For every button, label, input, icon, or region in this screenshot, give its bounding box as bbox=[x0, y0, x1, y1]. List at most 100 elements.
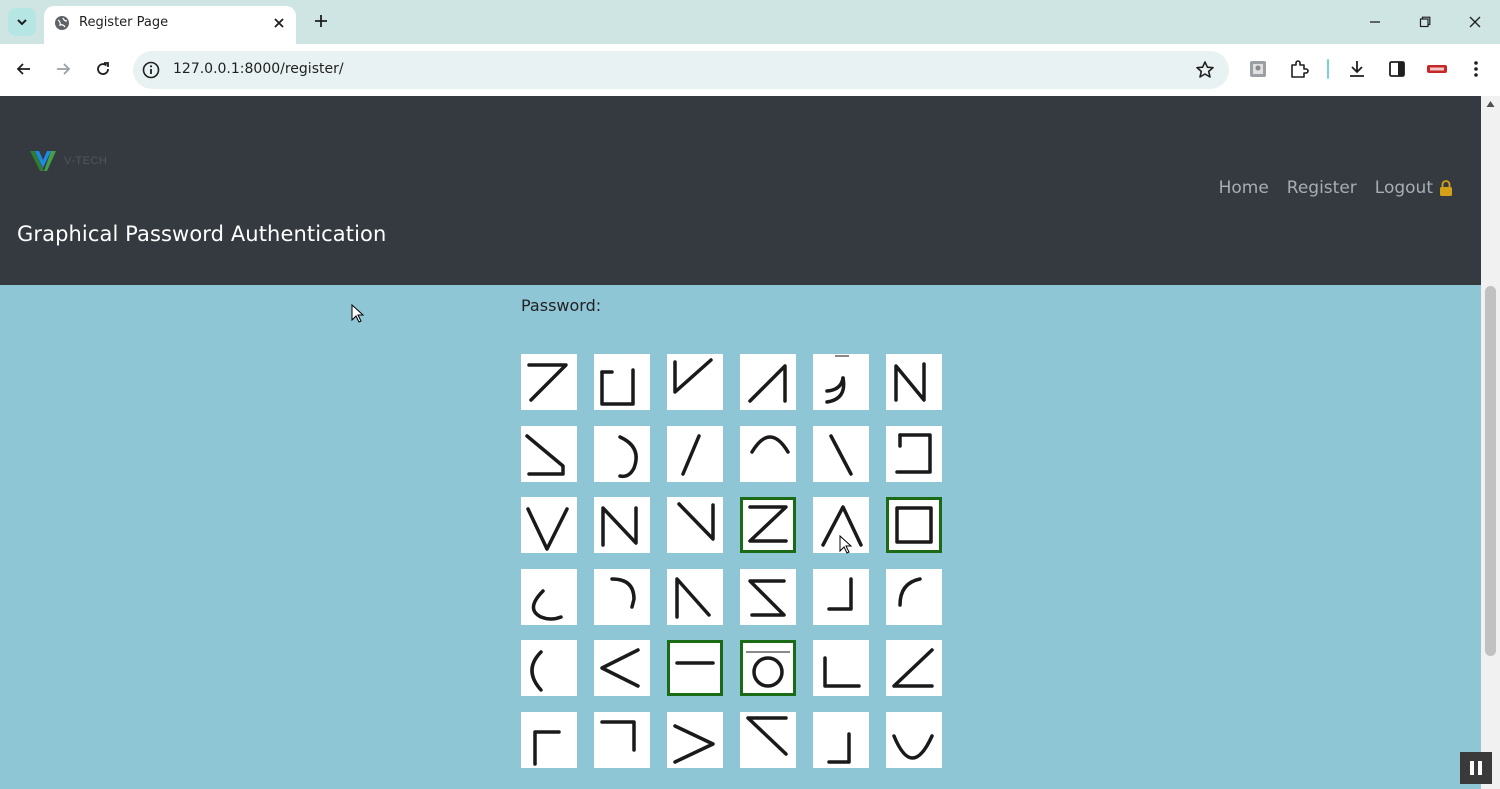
angle-top-icon bbox=[746, 715, 788, 756]
page-scrollbar[interactable] bbox=[1481, 96, 1500, 789]
password-image-angle-bottom[interactable] bbox=[886, 640, 942, 696]
password-image-angle-top[interactable] bbox=[740, 711, 796, 768]
site-logo[interactable]: V-TECH bbox=[28, 148, 107, 174]
password-image-square[interactable] bbox=[886, 497, 942, 553]
bookmark-star-icon[interactable] bbox=[1195, 60, 1215, 84]
password-image-arc-bottom-left[interactable] bbox=[521, 568, 577, 625]
minimize-button[interactable] bbox=[1360, 8, 1390, 36]
password-image-backslash-hook[interactable] bbox=[667, 497, 723, 553]
password-image-corner-bottom-left[interactable] bbox=[813, 640, 869, 696]
browser-tab-bar: Register Page bbox=[0, 0, 1500, 44]
tab-search-button[interactable] bbox=[8, 8, 36, 36]
logo-text: V-TECH bbox=[64, 155, 108, 167]
password-image-arc-left[interactable] bbox=[521, 640, 577, 696]
password-image-triangle-bottom[interactable] bbox=[521, 425, 577, 482]
close-window-button[interactable] bbox=[1460, 8, 1490, 36]
url-text[interactable]: 127.0.0.1:8000/register/ bbox=[173, 61, 344, 77]
main-nav: Home Register Logout bbox=[1219, 178, 1453, 198]
reload-button[interactable] bbox=[90, 56, 116, 82]
greater-than-icon bbox=[673, 723, 715, 764]
password-image-slash[interactable] bbox=[667, 425, 723, 482]
pause-button[interactable] bbox=[1460, 752, 1492, 784]
seven-stroke-icon bbox=[527, 363, 568, 402]
puzzle-extensions-icon[interactable] bbox=[1287, 57, 1311, 81]
password-image-arc-right[interactable] bbox=[594, 425, 650, 482]
password-image-backslash[interactable] bbox=[813, 425, 869, 482]
side-panel-icon[interactable] bbox=[1385, 57, 1409, 81]
tab-title: Register Page bbox=[79, 15, 169, 30]
nav-home-link[interactable]: Home bbox=[1219, 178, 1269, 198]
password-image-corner-bottom-right[interactable] bbox=[813, 568, 869, 625]
v-logo-icon bbox=[30, 151, 56, 171]
corner-bottom-right-icon bbox=[827, 576, 853, 611]
nav-logout-label: Logout bbox=[1374, 178, 1433, 198]
address-bar[interactable]: 127.0.0.1:8000/register/ bbox=[133, 51, 1229, 89]
check-v-icon bbox=[673, 358, 713, 394]
password-image-check-v[interactable] bbox=[667, 354, 723, 410]
password-image-arc-top[interactable] bbox=[740, 425, 796, 482]
password-image-hook-right[interactable] bbox=[813, 354, 869, 410]
corner-top-right-icon bbox=[600, 719, 636, 752]
password-image-letter-n-upper[interactable] bbox=[594, 497, 650, 553]
password-image-arc-top-right[interactable] bbox=[594, 568, 650, 625]
triangle-bottom-icon bbox=[525, 433, 565, 476]
password-image-arc-bottom[interactable] bbox=[886, 711, 942, 768]
password-image-arc-top-left[interactable] bbox=[886, 568, 942, 625]
site-title: Graphical Password Authentication bbox=[17, 222, 387, 246]
recording-extension-icon[interactable] bbox=[1425, 57, 1449, 81]
globe-icon bbox=[54, 15, 70, 35]
scrollbar-thumb[interactable] bbox=[1485, 286, 1496, 656]
more-menu-icon[interactable] bbox=[1464, 57, 1488, 81]
back-button[interactable] bbox=[11, 56, 37, 82]
arrow-right-icon bbox=[57, 63, 71, 75]
new-tab-button[interactable] bbox=[308, 8, 334, 34]
forward-button[interactable] bbox=[50, 56, 76, 82]
password-image-greater-than[interactable] bbox=[667, 711, 723, 768]
less-than-icon bbox=[600, 648, 640, 688]
password-image-corner-right-bottom[interactable] bbox=[813, 711, 869, 768]
square-icon bbox=[895, 506, 933, 544]
nav-logout-link[interactable]: Logout bbox=[1375, 178, 1453, 198]
toolbar-divider bbox=[1327, 59, 1329, 79]
graphical-password-grid bbox=[521, 354, 942, 768]
arc-bottom-icon bbox=[892, 733, 934, 759]
caret-diagonal-icon bbox=[675, 576, 711, 619]
download-icon[interactable] bbox=[1345, 57, 1369, 81]
password-image-square-open-top[interactable] bbox=[594, 354, 650, 410]
password-image-bracket-right[interactable] bbox=[886, 425, 942, 482]
password-image-seven-stroke[interactable] bbox=[521, 354, 577, 410]
scroll-up-arrow-icon[interactable] bbox=[1486, 100, 1495, 108]
corner-top-left-icon bbox=[533, 729, 561, 766]
password-image-circle[interactable] bbox=[740, 640, 796, 696]
info-icon[interactable] bbox=[141, 60, 161, 84]
slash-hook-icon bbox=[748, 364, 787, 403]
password-image-less-than[interactable] bbox=[594, 640, 650, 696]
password-image-letter-z[interactable] bbox=[740, 497, 796, 553]
minimize-icon bbox=[1370, 21, 1380, 23]
chevron-down-icon bbox=[17, 19, 27, 26]
corner-right-bottom-icon bbox=[827, 731, 851, 764]
arc-top-right-icon bbox=[610, 576, 636, 609]
password-image-corner-top-left[interactable] bbox=[521, 711, 577, 768]
arc-right-icon bbox=[618, 434, 638, 478]
pause-icon-bar bbox=[1478, 761, 1482, 775]
password-image-corner-top-right[interactable] bbox=[594, 711, 650, 768]
close-tab-icon[interactable] bbox=[272, 15, 286, 34]
nav-register-link[interactable]: Register bbox=[1287, 178, 1357, 198]
restore-button[interactable] bbox=[1410, 8, 1440, 36]
backslash-icon bbox=[829, 433, 853, 476]
password-image-horizontal-line[interactable] bbox=[667, 640, 723, 696]
mouse-cursor-icon bbox=[839, 535, 853, 554]
browser-tab[interactable]: Register Page bbox=[44, 6, 296, 44]
bracket-right-icon bbox=[895, 432, 932, 474]
profile-extension-icon[interactable] bbox=[1246, 57, 1270, 81]
password-image-slash-hook[interactable] bbox=[740, 354, 796, 410]
horizontal-line-icon bbox=[675, 661, 715, 665]
password-image-sigma[interactable] bbox=[740, 568, 796, 625]
lock-icon bbox=[1440, 180, 1452, 196]
password-image-letter-n[interactable] bbox=[886, 354, 942, 410]
site-header: V-TECH Graphical Password Authentication… bbox=[0, 96, 1481, 285]
password-image-caret-diagonal[interactable] bbox=[667, 568, 723, 625]
password-image-letter-v[interactable] bbox=[521, 497, 577, 553]
arc-bottom-left-icon bbox=[531, 588, 563, 621]
